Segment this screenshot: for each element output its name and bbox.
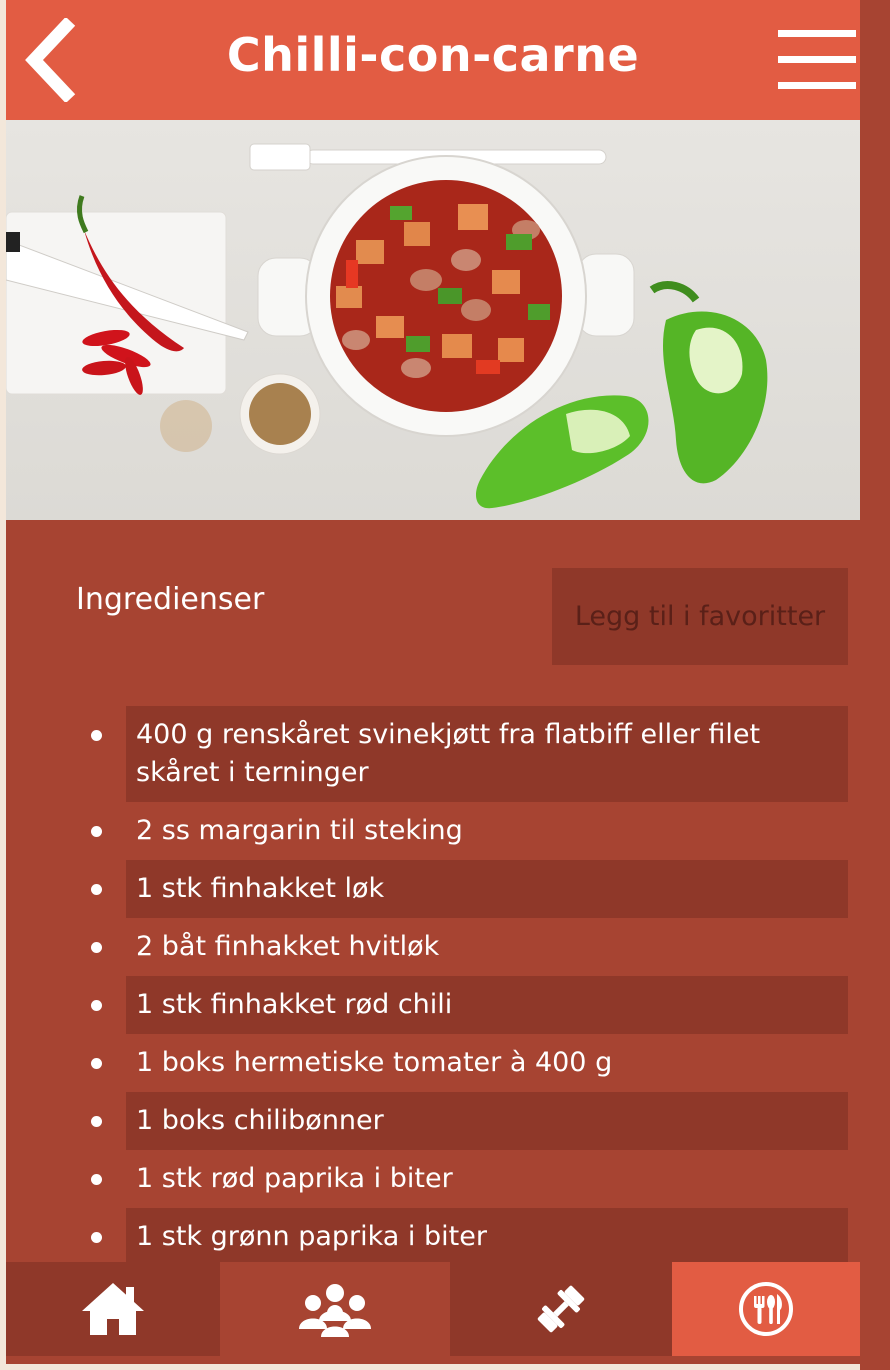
nav-home-button[interactable] [6,1262,220,1356]
app-frame: Chilli-con-carne Ingredienser Legg til i… [6,0,860,1364]
top-bar: Chilli-con-carne [6,0,860,120]
ingredient-text: 2 ss margarin til steking [136,815,463,846]
list-item: 1 stk grønn paprika i biter [91,1208,848,1266]
frame-edge [860,0,890,1370]
dumbbell-icon [537,1285,585,1333]
ingredients-heading: Ingredienser [76,582,265,617]
add-to-favorites-button[interactable]: Legg til i favoritter [552,568,848,665]
bottom-nav [6,1262,860,1364]
bullet-icon [91,1174,102,1185]
list-item: 2 ss margarin til steking [91,802,848,860]
recipe-image [6,120,860,520]
list-item: 1 stk finhakket rød chili [91,976,848,1034]
ingredient-text: 400 g renskåret svinekjøtt fra flatbiff … [136,719,761,788]
bullet-icon [91,942,102,953]
nav-food-button[interactable] [672,1262,860,1356]
hamburger-line [778,82,856,89]
list-item: 1 boks chilibønner [91,1092,848,1150]
cutlery-icon [739,1282,793,1336]
bullet-icon [91,730,102,741]
list-item: 1 stk finhakket løk [91,860,848,918]
ingredient-text: 1 stk grønn paprika i biter [136,1221,487,1252]
bullet-icon [91,826,102,837]
page-title: Chilli-con-carne [226,28,640,82]
bullet-icon [91,1116,102,1127]
hamburger-line [778,30,856,37]
home-icon [82,1283,144,1335]
group-icon [299,1284,371,1337]
list-item: 1 boks hermetiske tomater à 400 g [91,1034,848,1092]
bullet-icon [91,1000,102,1011]
bullet-icon [91,1232,102,1243]
list-item: 1 stk rød paprika i biter [91,1150,848,1208]
ingredient-text: 1 stk finhakket rød chili [136,989,453,1020]
list-item: 400 g renskåret svinekjøtt fra flatbiff … [91,706,848,802]
ingredient-text: 2 båt finhakket hvitløk [136,931,440,962]
ingredient-text: 1 boks hermetiske tomater à 400 g [136,1047,613,1078]
ingredient-text: 1 stk rød paprika i biter [136,1163,453,1194]
list-item: 2 båt finhakket hvitløk [91,918,848,976]
nav-training-button[interactable] [450,1262,672,1356]
menu-button[interactable] [776,28,858,92]
bullet-icon [91,884,102,895]
ingredient-text: 1 boks chilibønner [136,1105,384,1136]
bullet-icon [91,1058,102,1069]
ingredient-text: 1 stk finhakket løk [136,873,385,904]
ingredients-list: 400 g renskåret svinekjøtt fra flatbiff … [6,706,860,1266]
nav-groups-button[interactable] [220,1262,450,1356]
recipe-photo-illustration [6,143,768,509]
hamburger-line [778,56,856,63]
